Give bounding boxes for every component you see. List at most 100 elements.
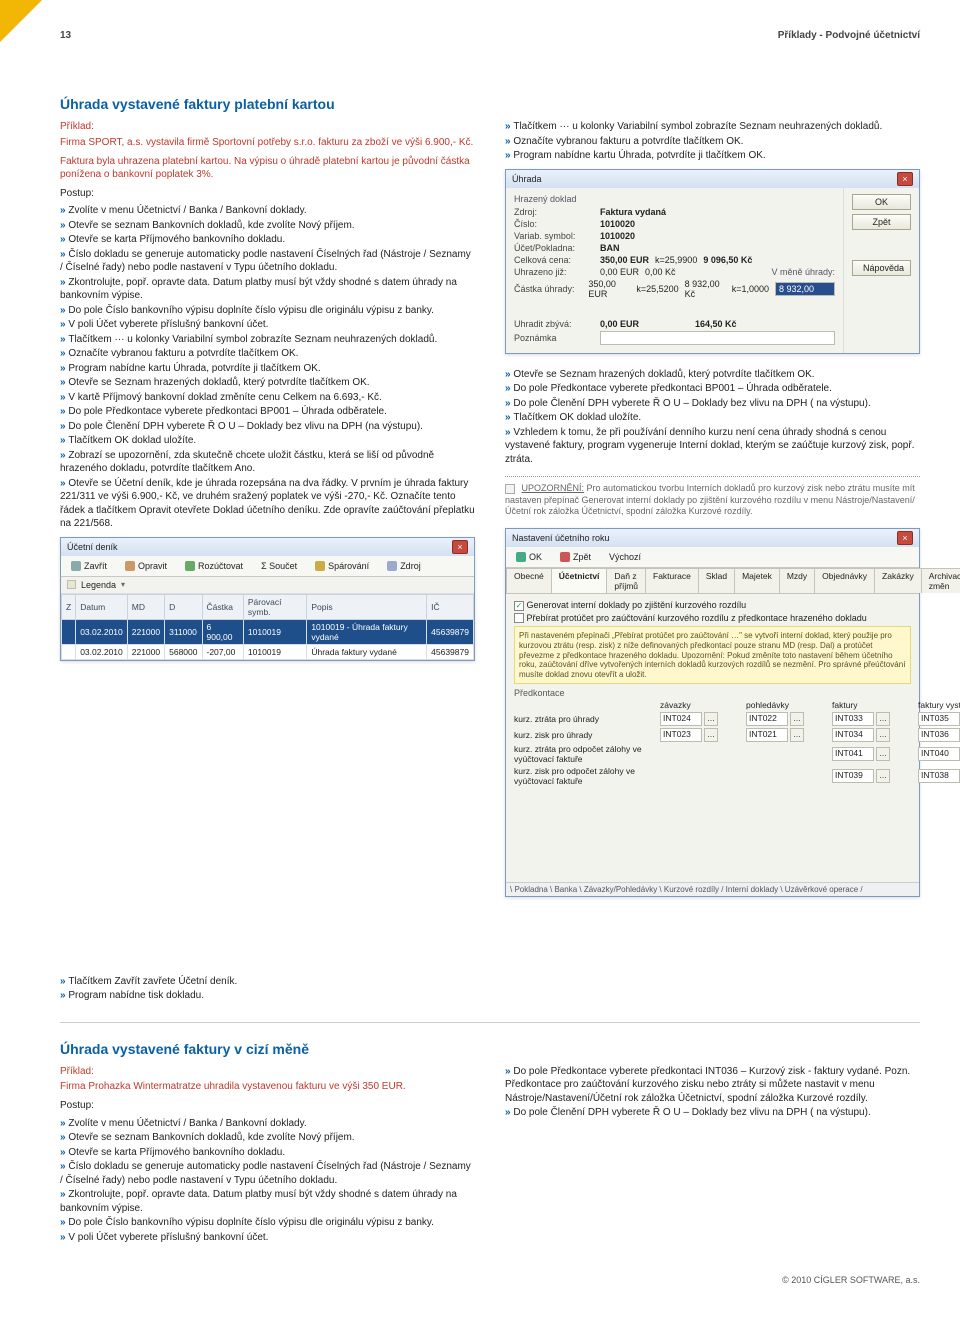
table-row[interactable]: 03.02.2010 221000 568000 -207,00 1010019… (62, 644, 474, 659)
col-parsymb[interactable]: Párovací symb. (243, 594, 306, 619)
nastaveni-titlebar: Nastavení účetního roku × (506, 529, 919, 547)
corner-accent (0, 0, 42, 42)
example-text-b: Firma Prohazka Wintermatratze uhradila v… (60, 1080, 475, 1093)
close-icon[interactable]: × (452, 540, 468, 554)
close-icon[interactable]: × (897, 531, 913, 545)
tab-mzdy[interactable]: Mzdy (779, 568, 815, 593)
split-icon (185, 561, 195, 571)
ok-button[interactable]: OK (852, 194, 911, 210)
upozorneni: UPOZORNĚNÍ: Pro automatickou tvorbu Inte… (505, 483, 920, 518)
col-z[interactable]: Z (62, 594, 76, 619)
input-poznamka[interactable] (600, 331, 835, 345)
input-cell[interactable]: INT021… (746, 728, 826, 742)
nastaveni-window: Nastavení účetního roku × OK Zpět Výchoz… (505, 528, 920, 897)
napoveda-button[interactable]: Nápověda (852, 260, 911, 276)
val: 164,50 Kč (695, 319, 737, 329)
input-cell[interactable]: INT035… (918, 712, 960, 726)
page-footer: © 2010 CÍGLER SOFTWARE, a.s. (60, 1275, 920, 1285)
denik-title: Účetní deník (67, 542, 118, 552)
source-icon (387, 561, 397, 571)
tab-fakturace[interactable]: Fakturace (645, 568, 699, 593)
tab-obecne[interactable]: Obecné (506, 568, 552, 593)
toolbar-zavrit[interactable]: Zavřít (66, 559, 112, 573)
input-cell[interactable]: INT022… (746, 712, 826, 726)
input-cell[interactable]: INT040… (918, 747, 960, 761)
val: 350,00 EUR (600, 255, 649, 265)
col-ic[interactable]: IČ (427, 594, 474, 619)
denik-titlebar: Účetní deník × (61, 538, 474, 556)
ellipsis-icon[interactable]: … (790, 728, 804, 742)
col-head: faktury (832, 700, 912, 710)
steps-b-right: Do pole Předkontace vyberete předkontaci… (505, 1065, 920, 1120)
toolbar-zdroj[interactable]: Zdroj (382, 559, 426, 573)
close-icon (71, 561, 81, 571)
step: Označíte vybranou fakturu a potvrdíte tl… (60, 347, 475, 361)
back-icon (560, 552, 570, 562)
val: 9 096,50 Kč (703, 255, 752, 265)
step: Program nabídne kartu Úhrada, potvrdíte … (60, 362, 475, 376)
tab-archivace[interactable]: Archivace změn (921, 568, 960, 593)
col-popis[interactable]: Popis (307, 594, 427, 619)
toolbar-ok[interactable]: OK (511, 550, 547, 564)
ellipsis-icon[interactable]: … (876, 747, 890, 761)
step: Otevře se seznam Bankovních dokladů, kde… (60, 1131, 475, 1145)
toolbar-vychozi[interactable]: Výchozí (604, 550, 646, 564)
toolbar-soucet[interactable]: Σ Součet (256, 559, 302, 573)
zpet-button[interactable]: Zpět (852, 214, 911, 230)
page-number: 13 (60, 30, 71, 41)
section-a-right: Tlačítkem ··· u kolonky Variabilní symbo… (505, 120, 920, 1004)
predkontace-grid: závazky pohledávky faktury faktury vyst.… (514, 700, 911, 786)
input-cell[interactable]: INT041… (832, 747, 912, 761)
label-celkova: Celková cena: (514, 255, 594, 265)
section-a-columns: Příklad: Firma SPORT, a.s. vystavila fir… (60, 120, 920, 1004)
toolbar-sparovani[interactable]: Spárování (310, 559, 374, 573)
tab-ucetnictvi[interactable]: Účetnictví (551, 568, 608, 593)
toolbar-opravit[interactable]: Opravit (120, 559, 172, 573)
input-cell[interactable]: INT033… (832, 712, 912, 726)
input-cell[interactable]: INT024… (660, 712, 740, 726)
step: Otevře se Seznam hrazených dokladů, kter… (505, 368, 920, 382)
step: Do pole Předkontace vyberete předkontaci… (505, 382, 920, 396)
toolbar-zpet[interactable]: Zpět (555, 550, 596, 564)
tab-sklad[interactable]: Sklad (698, 568, 735, 593)
ellipsis-icon[interactable]: … (876, 769, 890, 783)
postup-label: Postup: (60, 187, 475, 201)
denik-legend: Legenda ▾ (61, 577, 474, 594)
input-cell[interactable]: INT034… (832, 728, 912, 742)
step: Číslo dokladu se generuje automaticky po… (60, 248, 475, 275)
ellipsis-icon[interactable]: … (704, 728, 718, 742)
ellipsis-icon[interactable]: … (790, 712, 804, 726)
checkbox-generovat[interactable]: ✓ (514, 601, 524, 611)
tab-zakazky[interactable]: Zakázky (874, 568, 922, 593)
input-cell[interactable]: INT023… (660, 728, 740, 742)
tab-objednavky[interactable]: Objednávky (814, 568, 875, 593)
step: Zvolíte v menu Účetnictví / Banka / Bank… (60, 204, 475, 218)
checkbox-prebirat[interactable] (514, 613, 524, 623)
input-cell[interactable]: INT038… (918, 769, 960, 783)
input-cell[interactable]: INT039… (832, 769, 912, 783)
edit-icon (125, 561, 135, 571)
col-d[interactable]: D (165, 594, 202, 619)
step: Otevře se karta Příjmového bankovního do… (60, 1146, 475, 1160)
ellipsis-icon[interactable]: … (876, 728, 890, 742)
col-datum[interactable]: Datum (76, 594, 128, 619)
table-row[interactable]: 03.02.2010 221000 311000 6 900,00 101001… (62, 619, 474, 644)
nastaveni-note: Při nastaveném přepínači „Přebírat protú… (514, 626, 911, 684)
ellipsis-icon[interactable]: … (704, 712, 718, 726)
input-cell[interactable]: INT036… (918, 728, 960, 742)
label-zdroj: Zdroj: (514, 207, 594, 217)
denik-window: Účetní deník × Zavřít Opravit Rozúčtovat… (60, 537, 475, 661)
tab-majetek[interactable]: Majetek (734, 568, 780, 593)
val: k=25,5200 (636, 284, 678, 294)
chevron-down-icon[interactable]: ▾ (121, 580, 125, 589)
tab-dan[interactable]: Daň z příjmů (606, 568, 646, 593)
col-castka[interactable]: Částka (202, 594, 243, 619)
ellipsis-icon[interactable]: … (876, 712, 890, 726)
col-md[interactable]: MD (127, 594, 164, 619)
step: V kartě Příjmový bankovní doklad změníte… (60, 391, 475, 405)
cb1-label: Generovat interní doklady po zjištění ku… (527, 600, 747, 610)
input-castka[interactable]: 8 932,00 (775, 282, 835, 296)
close-icon[interactable]: × (897, 172, 913, 186)
toolbar-rozuctovat[interactable]: Rozúčtovat (180, 559, 248, 573)
val-cislo: 1010020 (600, 219, 635, 229)
